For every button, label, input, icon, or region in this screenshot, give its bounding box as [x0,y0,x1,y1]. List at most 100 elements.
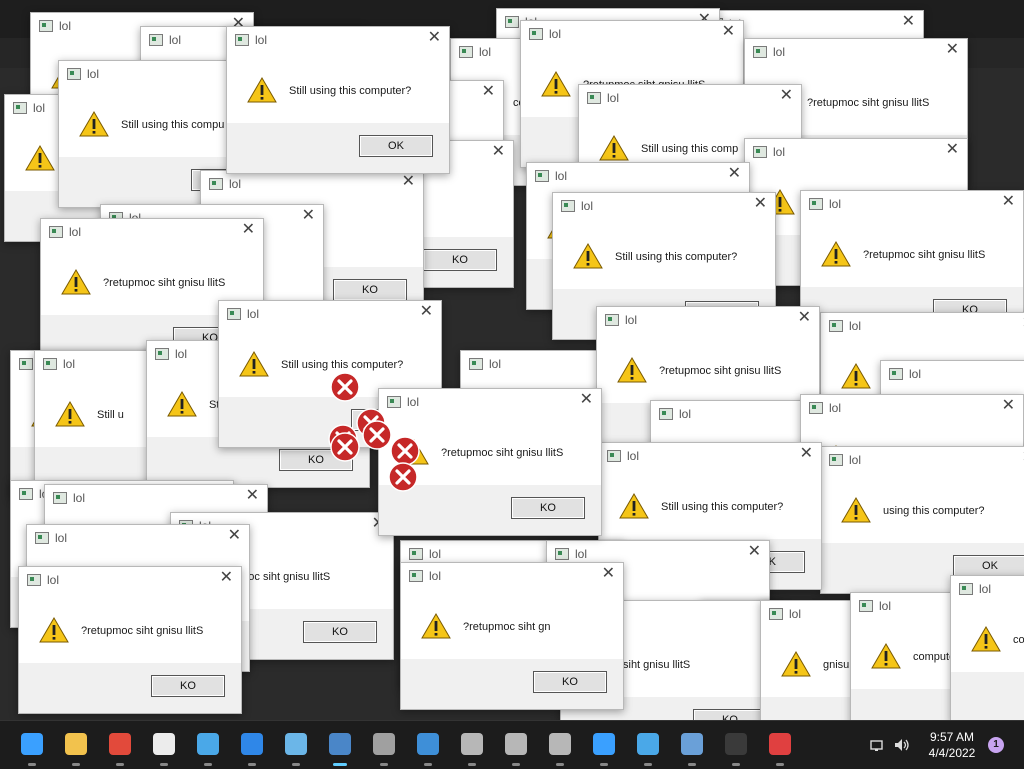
dialog-title: lol [59,19,72,33]
dialog-title: lol [429,547,442,561]
dialog-titlebar[interactable]: lol✕ [27,525,249,551]
clock[interactable]: 9:57 AM 4/4/2022 [922,729,982,761]
app-icon [409,570,423,582]
close-icon[interactable]: ✕ [902,14,915,30]
notification-badge[interactable]: 1 [988,737,1004,753]
network-tray-icon[interactable] [870,738,884,752]
close-icon[interactable]: ✕ [246,488,259,504]
dialog-title: lol [73,491,86,505]
paint-icon[interactable] [283,731,309,766]
control-panel-icon[interactable] [415,731,441,766]
file-explorer-icon[interactable] [63,731,89,766]
dialog-titlebar[interactable]: lol✕ [951,576,1024,602]
close-icon[interactable]: ✕ [602,566,615,582]
warning-icon [971,626,1001,652]
close-icon[interactable]: ✕ [728,166,741,182]
chrome-icon[interactable] [107,731,133,766]
globe-icon[interactable] [591,731,617,766]
close-icon[interactable]: ✕ [402,174,415,190]
close-icon[interactable]: ✕ [780,88,793,104]
close-icon[interactable]: ✕ [580,392,593,408]
dialog-titlebar[interactable]: lol✕ [19,567,241,593]
puzzle-icon[interactable] [635,731,661,766]
performance-icon[interactable] [679,731,705,766]
dialog-titlebar[interactable]: lol✕ [201,171,423,197]
close-icon[interactable]: ✕ [242,222,255,238]
dialog-message: siht gnisu llitS [623,659,691,671]
dialog-titlebar[interactable]: lol✕ [41,219,263,245]
app-icon [155,348,169,360]
warning-icon [167,391,197,417]
dialog-titlebar[interactable]: lol✕ [801,191,1023,217]
dialog-titlebar[interactable]: lol✕ [401,563,623,589]
dialog-button[interactable]: KO [511,497,585,519]
dialog-titlebar[interactable]: lol ✕ [45,485,267,511]
dialog-titlebar[interactable]: lol✕ [579,85,801,111]
app-icon [809,402,823,414]
close-icon[interactable]: ✕ [798,310,811,326]
dialog-title: lol [407,395,420,409]
taskbar-indicator [424,763,432,766]
dialog-titlebar[interactable]: lol ✕ [745,39,967,65]
app-icon [67,68,81,80]
dialog-footer: OK [951,672,1024,720]
dialog-button[interactable]: OK [359,135,433,157]
dialog-titlebar[interactable]: lol✕ [521,21,743,47]
close-icon[interactable]: ✕ [946,142,959,158]
dialog-titlebar[interactable]: lol✕ [745,139,967,165]
app-icon [149,34,163,46]
dialog-message: Still using this compu [121,119,225,131]
dialog-titlebar[interactable]: lol✕ [597,307,819,333]
dialog-titlebar[interactable]: lol✕ [527,163,749,189]
close-icon[interactable]: ✕ [754,196,767,212]
app-icon [387,396,401,408]
app-icon [53,492,67,504]
warning-icon [247,77,277,103]
dialog-titlebar[interactable]: lol✕ [553,193,775,219]
dialog-message: Still using this computer? [289,85,412,97]
dialog-titlebar[interactable]: lol✕ [821,313,1024,339]
7zip-icon[interactable] [151,731,177,766]
active-app-icon[interactable] [327,731,353,766]
notepad-icon[interactable] [195,731,221,766]
close-icon[interactable]: ✕ [482,84,495,100]
dialog-titlebar[interactable]: lol✕ [821,447,1024,473]
dialog-button[interactable]: KO [533,671,607,693]
network-icon-2[interactable] [503,731,529,766]
dialog-button[interactable]: KO [423,249,497,271]
dialog-button[interactable]: KO [303,621,377,643]
close-icon[interactable]: ✕ [420,304,433,320]
dialog-button[interactable]: OK [953,555,1024,577]
dialog-button[interactable]: KO [333,279,407,301]
network-icon-3[interactable] [547,731,573,766]
close-icon[interactable]: ✕ [800,446,813,462]
close-icon[interactable]: ✕ [302,208,315,224]
calculator-icon[interactable] [371,731,397,766]
close-icon[interactable]: ✕ [722,24,735,40]
close-icon[interactable]: ✕ [946,42,959,58]
dialog-title: lol [773,45,786,59]
start-icon[interactable] [19,731,45,766]
photos-icon[interactable] [239,731,265,766]
close-icon[interactable]: ✕ [748,544,761,560]
dialog-button[interactable]: KO [151,675,225,697]
dialog-titlebar[interactable]: lol ✕ [379,389,601,415]
close-icon[interactable]: ✕ [428,30,441,46]
dialog-button[interactable]: KO [693,709,767,720]
close-icon[interactable]: ✕ [1002,398,1015,414]
toolbox-icon[interactable] [767,731,793,766]
close-icon[interactable]: ✕ [492,144,505,160]
dialog-titlebar[interactable]: lol✕ [599,443,821,469]
dialog-titlebar[interactable]: lol✕ [219,301,441,327]
dialog-titlebar[interactable]: lol✕ [881,361,1024,387]
network-icon[interactable] [459,731,485,766]
dialog-body: Still using this computer? [227,53,449,123]
dialog-titlebar[interactable]: lol✕ [801,395,1023,421]
close-icon[interactable]: ✕ [220,570,233,586]
dialog-titlebar[interactable]: lol✕ [227,27,449,53]
terminal-icon[interactable] [723,731,749,766]
close-icon[interactable]: ✕ [228,528,241,544]
taskbar: 9:57 AM 4/4/2022 1 [0,720,1024,769]
volume-tray-icon[interactable] [894,738,910,752]
close-icon[interactable]: ✕ [1002,194,1015,210]
